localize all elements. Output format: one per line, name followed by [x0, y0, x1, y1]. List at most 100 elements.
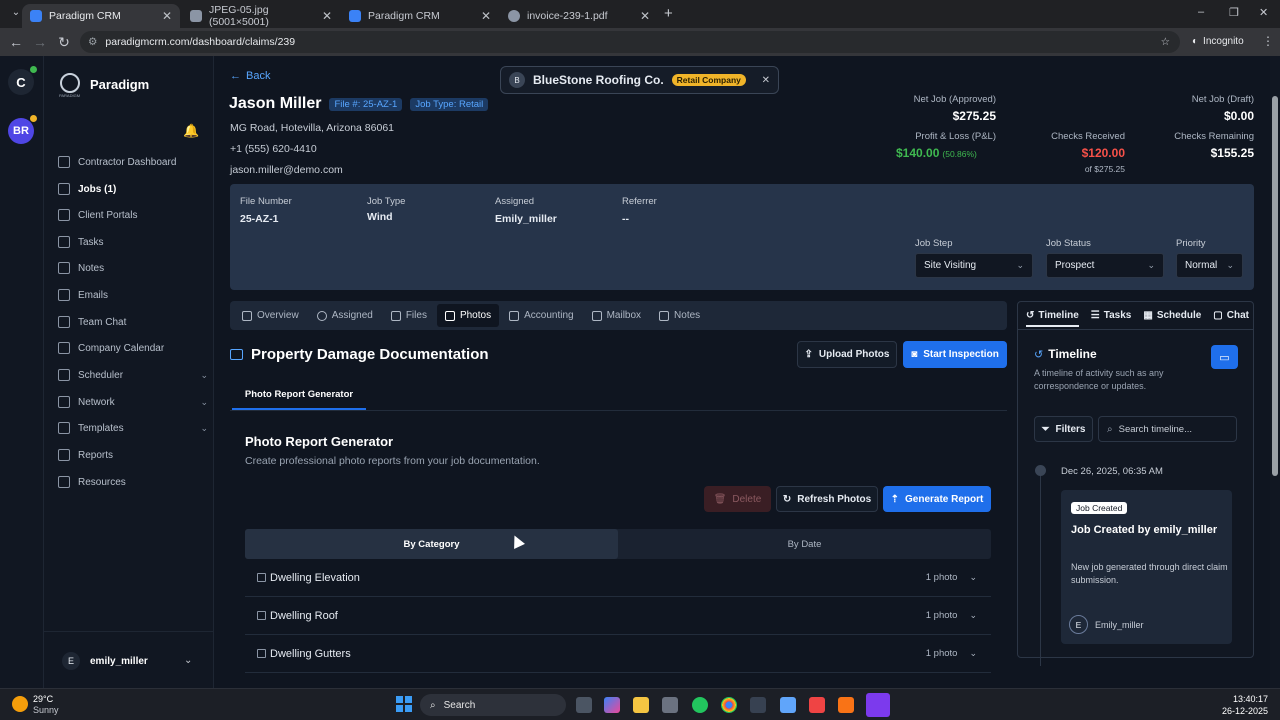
close-tab-icon[interactable]: ✕ — [162, 9, 172, 23]
category-row[interactable]: Dwelling Gutters 1 photo ⌄ — [245, 635, 991, 673]
tab-photos[interactable]: Photos — [436, 304, 500, 327]
browser-menu-icon[interactable]: ⋮ — [1262, 34, 1274, 48]
reports-icon — [58, 449, 70, 461]
new-message-icon[interactable]: ▭ — [1211, 345, 1238, 369]
priority-select[interactable]: Normal ⌄ — [1176, 253, 1243, 278]
app-icon[interactable] — [866, 693, 890, 717]
view-by-date-tab[interactable]: By Date — [618, 529, 991, 559]
tab-label: Photos — [459, 310, 492, 321]
tab-schedule[interactable]: ▦ Schedule — [1143, 310, 1201, 321]
clock-time[interactable]: 13:40:17 — [1200, 694, 1268, 704]
delete-button[interactable]: 🗑 Delete — [704, 486, 771, 512]
bookmark-star-icon[interactable]: ☆ — [1161, 36, 1170, 48]
view-by-category-tab[interactable]: By Category — [245, 529, 618, 559]
back-link[interactable]: ← Back — [230, 70, 270, 82]
tab-overview[interactable]: Overview — [234, 304, 307, 327]
reload-icon[interactable]: ↻ — [52, 34, 76, 51]
tab-tasks[interactable]: ☰ Tasks — [1091, 310, 1132, 321]
notifications-bell-icon[interactable]: 🔔 — [183, 123, 199, 139]
sidebar-item-jobs[interactable]: Jobs (1) — [58, 180, 208, 198]
clock-date[interactable]: 26-12-2025 — [1200, 706, 1268, 716]
checkbox[interactable] — [257, 611, 266, 620]
checkbox[interactable] — [257, 649, 266, 658]
photo-count: 1 photo — [925, 610, 958, 621]
resources-icon — [58, 476, 70, 488]
tab-accounting[interactable]: Accounting — [501, 304, 581, 327]
filters-button[interactable]: ⏷ Filters — [1034, 416, 1093, 442]
site-info-icon[interactable]: ⚙ — [88, 36, 97, 48]
checks-remaining-value: $155.25 — [1210, 146, 1254, 160]
tab-assigned[interactable]: Assigned — [309, 304, 381, 327]
tab-timeline[interactable]: ↺ Timeline — [1026, 310, 1079, 327]
notepad-icon[interactable] — [780, 697, 796, 713]
close-tab-icon[interactable]: ✕ — [481, 9, 491, 23]
url-field[interactable]: ⚙ paradigmcrm.com/dashboard/claims/239 ☆ — [80, 31, 1180, 53]
close-tab-icon[interactable]: ✕ — [322, 9, 332, 23]
file-explorer-icon[interactable] — [633, 697, 649, 713]
sidebar-item-team-chat[interactable]: Team Chat — [58, 313, 208, 331]
browser-tab[interactable]: JPEG-05.jpg (5001×5001) ✕ — [182, 4, 340, 28]
job-status-label: Job Status — [1046, 238, 1091, 249]
upload-photos-button[interactable]: ⇪ Upload Photos — [797, 341, 897, 368]
user-avatar[interactable]: BR — [8, 118, 34, 144]
job-status-select[interactable]: Prospect ⌄ — [1046, 253, 1164, 278]
sidebar-item-templates[interactable]: Templates ⌄ — [58, 419, 208, 437]
tab-notes[interactable]: Notes — [651, 304, 708, 327]
client-email[interactable]: jason.miller@demo.com — [230, 164, 343, 176]
user-menu-chevron-icon[interactable]: ⌄ — [184, 655, 192, 666]
app-icon[interactable] — [692, 697, 708, 713]
user-name[interactable]: emily_miller — [90, 656, 148, 667]
sidebar-item-notes[interactable]: Notes — [58, 259, 208, 277]
tab-mailbox[interactable]: Mailbox — [584, 304, 649, 327]
browser-tab[interactable]: Paradigm CRM ✕ — [341, 4, 499, 28]
minimize-button[interactable]: – — [1198, 6, 1204, 18]
refresh-photos-button[interactable]: ↻ Refresh Photos — [776, 486, 878, 512]
copilot-icon[interactable] — [604, 697, 620, 713]
browser-tab[interactable]: invoice-239-1.pdf ✕ — [500, 4, 658, 28]
windows-start-icon[interactable] — [396, 696, 412, 712]
category-row[interactable]: Dwelling Elevation 1 photo ⌄ — [245, 559, 991, 597]
scrollbar-thumb[interactable] — [1272, 96, 1278, 476]
close-tab-icon[interactable]: ✕ — [640, 9, 650, 23]
sidebar-item-reports[interactable]: Reports — [58, 446, 208, 464]
sidebar-item-contractor-dashboard[interactable]: Contractor Dashboard — [58, 153, 208, 171]
back-arrow-icon[interactable]: ← — [4, 34, 28, 50]
taskbar-search[interactable]: ⌕ Search — [420, 694, 566, 716]
job-details-card: File Number 25-AZ-1 Job Type Wind Assign… — [230, 184, 1254, 290]
forward-arrow-icon[interactable]: → — [28, 34, 52, 50]
terminal-icon[interactable] — [750, 697, 766, 713]
sidebar-item-resources[interactable]: Resources — [58, 473, 208, 491]
chrome-icon[interactable] — [721, 697, 737, 713]
app-icon[interactable] — [662, 697, 678, 713]
generate-report-button[interactable]: ⇡ Generate Report — [883, 486, 991, 512]
brave-icon[interactable] — [838, 697, 854, 713]
windows-taskbar: 29°C Sunny ⌕ Search 13:40:17 26-12-2025 — [0, 688, 1280, 720]
maximize-button[interactable]: ❐ — [1229, 6, 1239, 19]
page-scrollbar[interactable] — [1270, 56, 1280, 688]
sidebar-item-network[interactable]: Network ⌄ — [58, 393, 208, 411]
client-phone[interactable]: +1 (555) 620-4410 — [230, 143, 317, 155]
checkbox[interactable] — [257, 573, 266, 582]
sidebar-item-client-portals[interactable]: Client Portals — [58, 206, 208, 224]
browser-tab[interactable]: Paradigm CRM ✕ — [22, 4, 180, 28]
sidebar-item-tasks[interactable]: Tasks — [58, 233, 208, 251]
sidebar-item-emails[interactable]: Emails — [58, 286, 208, 304]
app-icon[interactable] — [809, 697, 825, 713]
start-inspection-button[interactable]: ◙ Start Inspection — [903, 341, 1007, 368]
tab-label: Files — [405, 310, 427, 321]
sidebar-item-scheduler[interactable]: Scheduler ⌄ — [58, 366, 208, 384]
tab-files[interactable]: Files — [383, 304, 435, 327]
job-step-select[interactable]: Site Visiting ⌄ — [915, 253, 1033, 278]
tab-chat[interactable]: ▢ Chat — [1213, 310, 1249, 321]
sidebar-item-company-calendar[interactable]: Company Calendar — [58, 339, 208, 357]
category-row[interactable]: Dwelling Roof 1 photo ⌄ — [245, 597, 991, 635]
workspace-avatar[interactable]: C — [8, 69, 34, 95]
temperature[interactable]: 29°C — [33, 694, 53, 704]
subtab-photo-report-generator[interactable]: Photo Report Generator — [232, 380, 366, 410]
close-company-chip-icon[interactable]: ✕ — [762, 75, 770, 86]
timeline-search-input[interactable]: ⌕ Search timeline... — [1098, 416, 1237, 442]
task-view-icon[interactable] — [576, 697, 592, 713]
close-window-button[interactable]: ✕ — [1259, 6, 1268, 19]
incognito-indicator[interactable]: ◐ Incognito — [1192, 36, 1244, 47]
new-tab-button[interactable]: + — [664, 5, 673, 22]
